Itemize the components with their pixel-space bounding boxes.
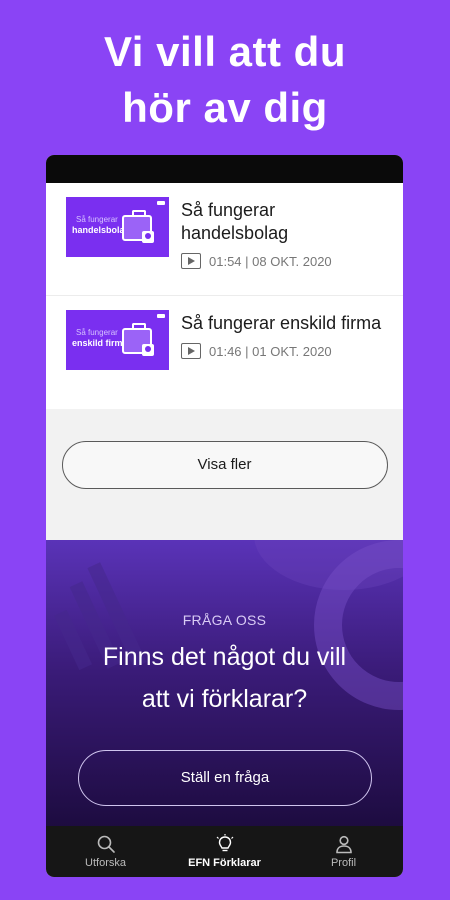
promo-headline: Vi vill att du hör av dig <box>0 24 450 136</box>
video-thumbnail[interactable]: Så fungerar enskild firma <box>66 310 169 370</box>
show-more-button[interactable]: Visa fler <box>61 441 388 489</box>
status-bar <box>46 155 403 183</box>
thumbnail-caption-main: enskild firma <box>72 338 128 348</box>
ask-question-button[interactable]: Ställ en fråga <box>78 750 372 806</box>
headline-line-2: hör av dig <box>122 84 328 131</box>
video-date: 08 OKT. 2020 <box>252 253 332 269</box>
video-list: Så fungerar handelsbolag Så fungerar han… <box>46 183 403 409</box>
tab-label: Profil <box>330 857 357 869</box>
headline-line-1: Vi vill att du <box>104 28 346 75</box>
meta-separator: | <box>241 253 253 269</box>
efn-logo-icon <box>157 201 165 205</box>
show-more-area: Visa fler <box>46 409 403 540</box>
thumbnail-caption-top: Så fungerar <box>76 215 118 224</box>
bottom-tab-bar: Utforska EFN Förklarar Profil <box>46 826 403 877</box>
video-meta: 01:54 | 08 OKT. 2020 <box>181 253 385 269</box>
video-item-enskild-firma[interactable]: Så fungerar enskild firma Så fungerar en… <box>46 296 403 409</box>
video-meta: 01:46 | 01 OKT. 2020 <box>181 343 385 359</box>
phone-screen: Så fungerar handelsbolag Så fungerar han… <box>46 155 403 877</box>
tab-utforska[interactable]: Utforska <box>46 826 165 877</box>
video-duration: 01:54 <box>209 253 242 269</box>
ask-question-line-1: Finns det något du vill <box>102 643 347 671</box>
play-icon <box>181 253 201 269</box>
lightbulb-icon <box>216 834 233 852</box>
ask-us-question: Finns det något du vill att vi förklarar… <box>46 636 403 720</box>
video-title[interactable]: Så fungerar handelsbolag <box>181 199 385 245</box>
tab-profil[interactable]: Profil <box>284 826 403 877</box>
play-icon <box>181 343 201 359</box>
video-info: Så fungerar handelsbolag 01:54 | 08 OKT.… <box>181 197 385 269</box>
meta-separator: | <box>241 343 253 359</box>
person-badge-icon <box>142 344 154 356</box>
ask-us-label: FRÅGA OSS <box>182 612 267 628</box>
efn-logo-icon <box>157 314 165 318</box>
video-info: Så fungerar enskild firma 01:46 | 01 OKT… <box>181 310 385 359</box>
thumbnail-caption-top: Så fungerar <box>76 328 118 337</box>
tab-label: Utforska <box>85 857 126 869</box>
video-thumbnail[interactable]: Så fungerar handelsbolag <box>66 197 169 257</box>
video-item-handelsbolag[interactable]: Så fungerar handelsbolag Så fungerar han… <box>46 183 403 296</box>
ask-us-section: FRÅGA OSS Finns det något du vill att vi… <box>46 540 403 832</box>
document-icon <box>142 231 154 243</box>
video-title[interactable]: Så fungerar enskild firma <box>181 312 385 335</box>
person-icon <box>335 835 352 854</box>
video-duration: 01:46 <box>209 343 242 359</box>
video-date: 01 OKT. 2020 <box>252 343 332 359</box>
search-icon <box>97 835 115 853</box>
ask-question-line-2: att vi förklarar? <box>141 685 308 713</box>
tab-label: EFN Förklarar <box>188 857 261 869</box>
tab-efn-forklarar[interactable]: EFN Förklarar <box>165 826 284 877</box>
